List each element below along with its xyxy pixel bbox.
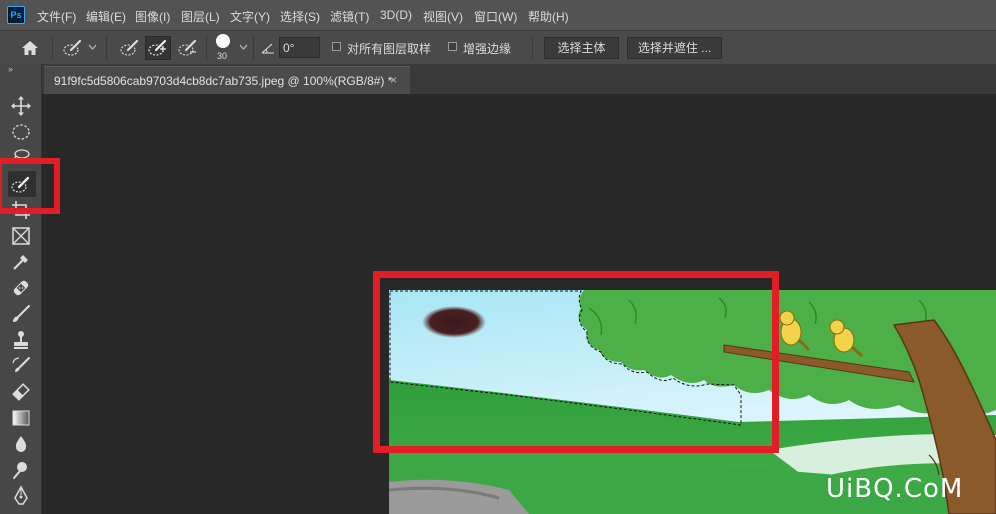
elliptical-marquee-tool-icon[interactable] — [10, 121, 32, 143]
tools-panel: ›› — [0, 64, 42, 514]
menu-bar: Ps 文件(F) 编辑(E) 图像(I) 图层(L) 文字(Y) 选择(S) 滤… — [0, 0, 996, 30]
separator — [52, 36, 53, 60]
gradient-tool-icon[interactable] — [10, 407, 32, 429]
menu-image[interactable]: 图像(I) — [135, 8, 170, 25]
sample-all-layers-checkbox[interactable] — [332, 42, 341, 51]
brush-preview-icon[interactable] — [216, 34, 230, 48]
home-icon[interactable] — [20, 39, 40, 57]
sample-all-layers-label: 对所有图层取样 — [347, 42, 432, 56]
move-tool-icon[interactable] — [10, 95, 32, 117]
clone-stamp-tool-icon[interactable] — [10, 329, 32, 351]
dodge-tool-icon[interactable] — [10, 459, 32, 481]
eraser-tool-icon[interactable] — [10, 381, 32, 403]
new-selection-icon[interactable] — [119, 37, 141, 59]
tool-highlight-annotation-box — [0, 158, 60, 214]
brush-tool-icon[interactable] — [10, 303, 32, 325]
photoshop-logo-icon: Ps — [7, 6, 25, 24]
blur-tool-icon[interactable] — [10, 433, 32, 455]
document-tab[interactable]: 91f9fc5d5806cab9703d4cb8dc7ab735.jpeg @ … — [44, 66, 410, 94]
enhance-edge-label: 增强边缘 — [463, 42, 512, 56]
menu-layer[interactable]: 图层(L) — [181, 8, 220, 25]
menu-3d[interactable]: 3D(D) — [380, 8, 412, 22]
brush-size-value: 30 — [217, 51, 228, 61]
frame-tool-icon[interactable] — [10, 225, 32, 247]
document-tab-title: 91f9fc5d5806cab9703d4cb8dc7ab735.jpeg @ … — [54, 74, 393, 88]
select-and-mask-button[interactable]: 选择并遮住 ... — [627, 37, 722, 59]
enhance-edge-checkbox[interactable] — [448, 42, 457, 51]
menu-view[interactable]: 视图(V) — [423, 8, 463, 25]
menu-window[interactable]: 窗口(W) — [474, 8, 517, 25]
select-subject-button[interactable]: 选择主体 — [544, 37, 619, 59]
menu-filter[interactable]: 滤镜(T) — [330, 8, 369, 25]
chevron-down-icon[interactable] — [88, 44, 97, 51]
add-to-selection-button[interactable] — [145, 36, 171, 60]
separator — [206, 36, 207, 60]
angle-value: 0° — [283, 41, 295, 55]
menu-help[interactable]: 帮助(H) — [528, 8, 569, 25]
add-to-selection-icon — [148, 39, 167, 56]
menu-select[interactable]: 选择(S) — [280, 8, 320, 25]
menu-type[interactable]: 文字(Y) — [230, 8, 270, 25]
separator — [532, 36, 533, 60]
close-tab-icon[interactable]: × — [390, 73, 397, 87]
chevron-down-icon[interactable] — [239, 44, 248, 51]
watermark: UiBQ.CoM — [826, 474, 964, 504]
angle-input[interactable]: 0° — [279, 37, 320, 58]
menu-file[interactable]: 文件(F) — [37, 8, 76, 25]
separator — [253, 36, 254, 60]
history-brush-tool-icon[interactable] — [10, 355, 32, 377]
pen-tool-icon[interactable] — [10, 485, 32, 507]
angle-icon — [261, 43, 274, 54]
subtract-from-selection-icon[interactable] — [176, 37, 200, 59]
options-bar: 30 0° 对所有图层取样 增强边缘 选择主体 选择并遮住 ... — [0, 30, 996, 65]
menu-edit[interactable]: 编辑(E) — [86, 8, 126, 25]
eyedropper-tool-icon[interactable] — [10, 251, 32, 273]
healing-brush-tool-icon[interactable] — [10, 277, 32, 299]
highlight-annotation-box — [373, 271, 779, 453]
collapse-toolbar-icon[interactable]: ›› — [8, 64, 13, 74]
separator — [106, 36, 107, 60]
quick-selection-preset-icon[interactable] — [62, 38, 84, 58]
